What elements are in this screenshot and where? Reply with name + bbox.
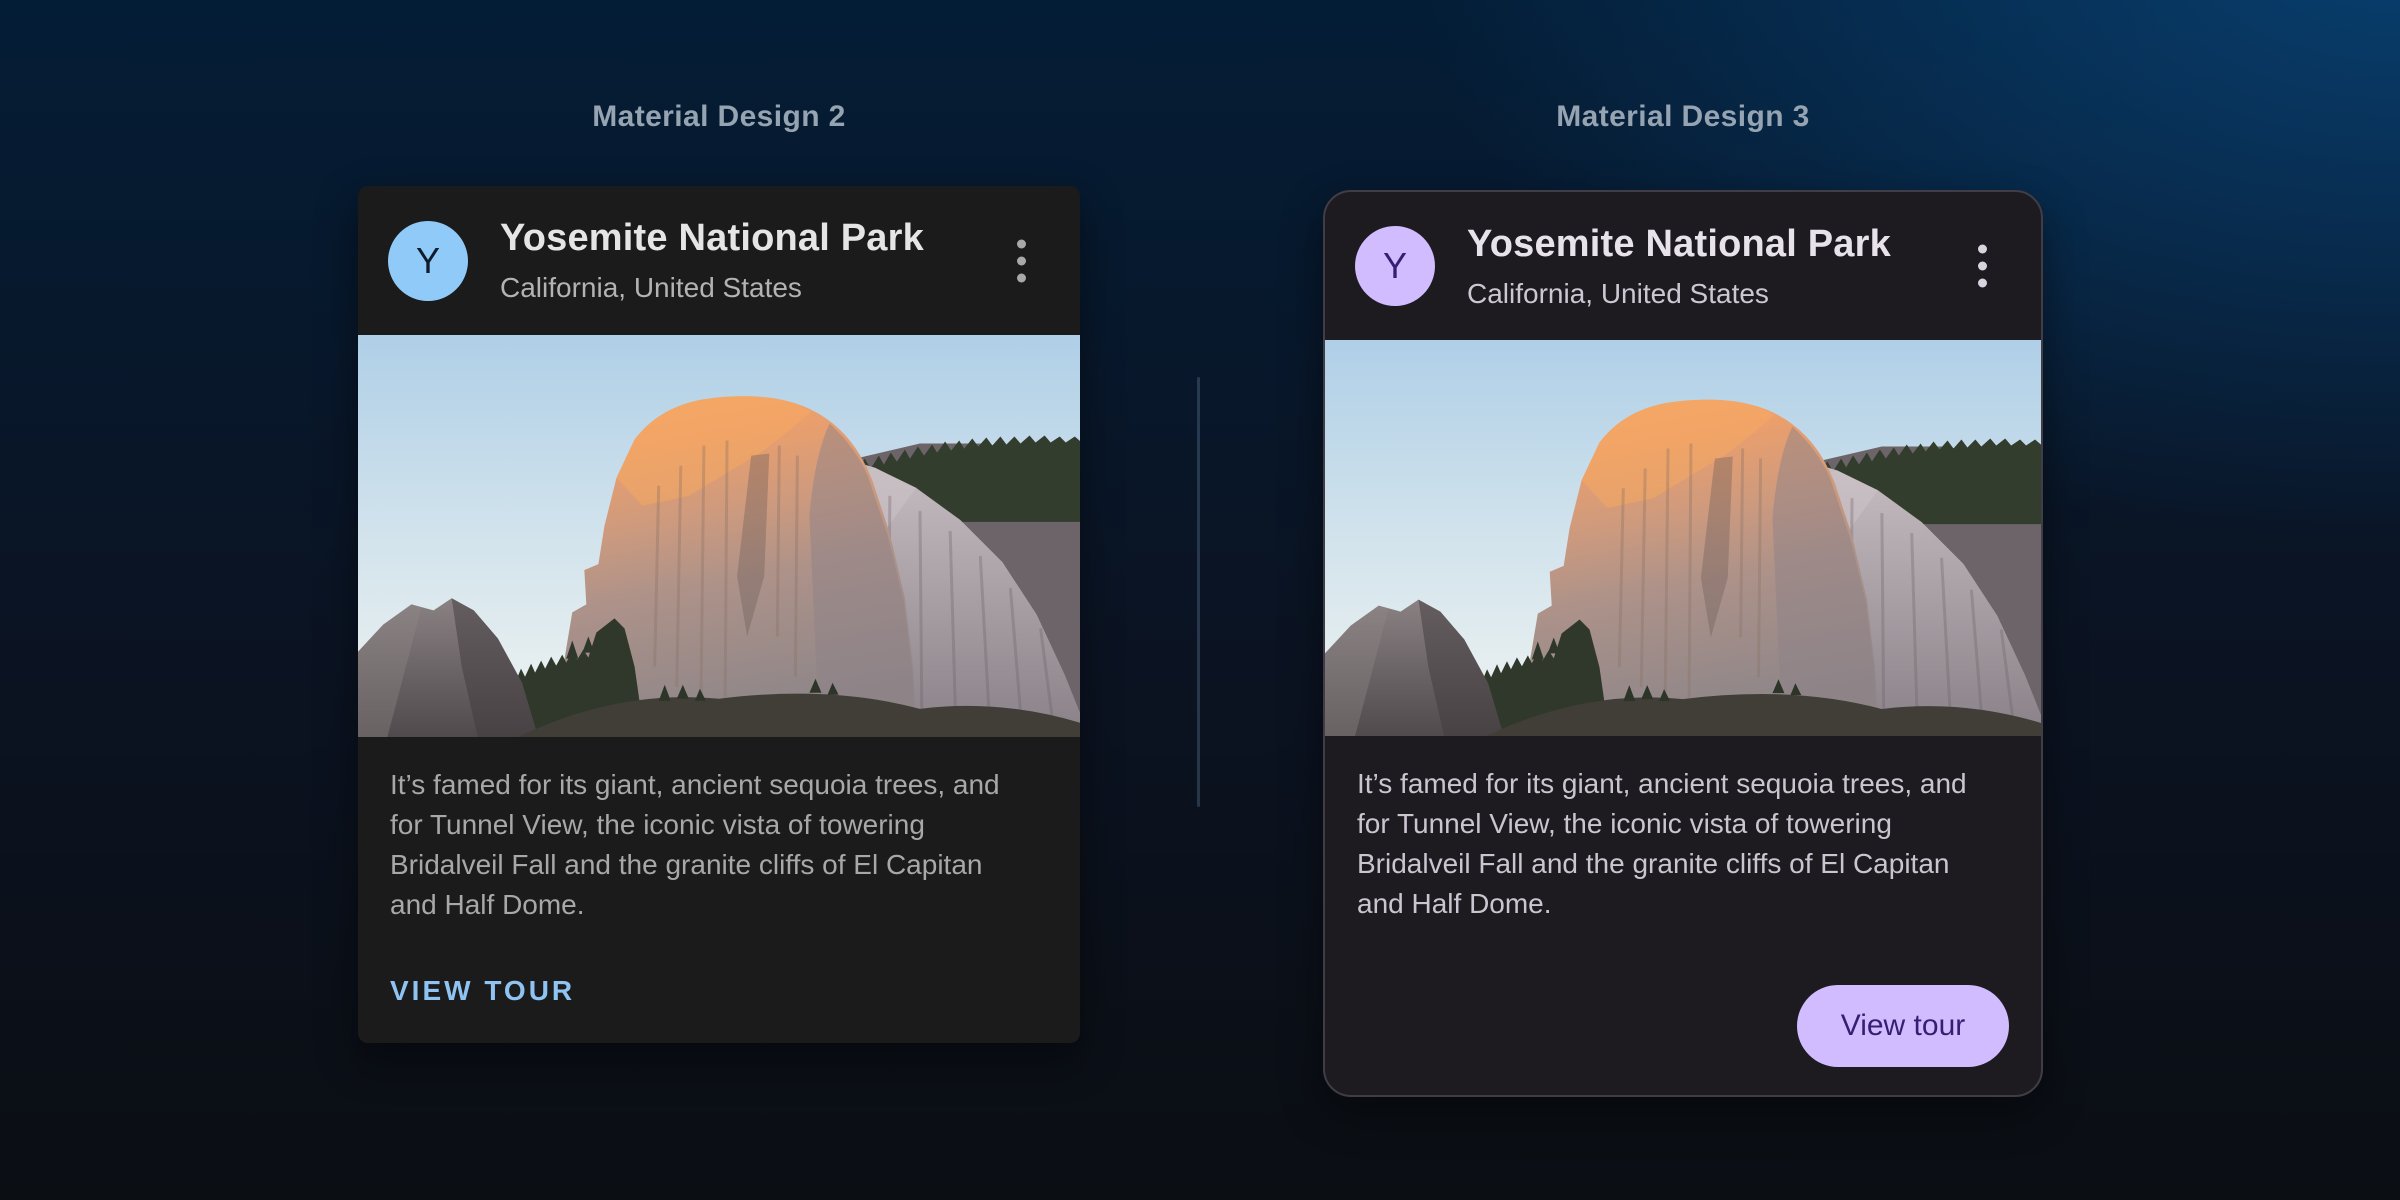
card-title: Yosemite National Park (500, 217, 924, 260)
kebab-menu-icon (1978, 245, 1987, 254)
column-heading-md2: Material Design 2 (358, 100, 1080, 134)
card-title: Yosemite National Park (1467, 223, 1891, 266)
yosemite-photo-image (1325, 340, 2041, 736)
card-subtitle: California, United States (500, 272, 924, 304)
md2-card-header: Y Yosemite National Park California, Uni… (358, 186, 1080, 335)
card-subtitle: California, United States (1467, 278, 1891, 310)
avatar: Y (1355, 226, 1435, 306)
md2-card-titles: Yosemite National Park California, Unite… (500, 217, 924, 304)
vertical-divider (1197, 377, 1200, 807)
avatar: Y (388, 221, 468, 301)
column-heading-md3: Material Design 3 (1323, 100, 2043, 134)
view-tour-button[interactable]: View tour (1797, 985, 2009, 1067)
card-body-text: It’s famed for its giant, ancient sequoi… (1325, 736, 2041, 985)
md2-card: Y Yosemite National Park California, Uni… (358, 186, 1080, 1043)
md3-card-header: Y Yosemite National Park California, Uni… (1325, 192, 2041, 340)
card-body-text: It’s famed for its giant, ancient sequoi… (358, 737, 1080, 975)
md3-card: Y Yosemite National Park California, Uni… (1323, 190, 2043, 1097)
md3-card-titles: Yosemite National Park California, Unite… (1467, 223, 1891, 310)
kebab-menu-icon (1017, 239, 1026, 248)
view-tour-button[interactable]: VIEW TOUR (390, 975, 575, 1007)
more-options-button[interactable] (1007, 229, 1036, 292)
md2-card-actions: VIEW TOUR (358, 975, 1080, 1043)
more-options-button[interactable] (1968, 235, 1997, 298)
avatar-letter: Y (416, 240, 440, 282)
md3-card-actions: View tour (1325, 985, 2041, 1095)
canvas: { "columns": { "md2": { "heading": "Mate… (0, 0, 2400, 1200)
yosemite-photo-image (358, 335, 1080, 737)
avatar-letter: Y (1383, 245, 1407, 287)
